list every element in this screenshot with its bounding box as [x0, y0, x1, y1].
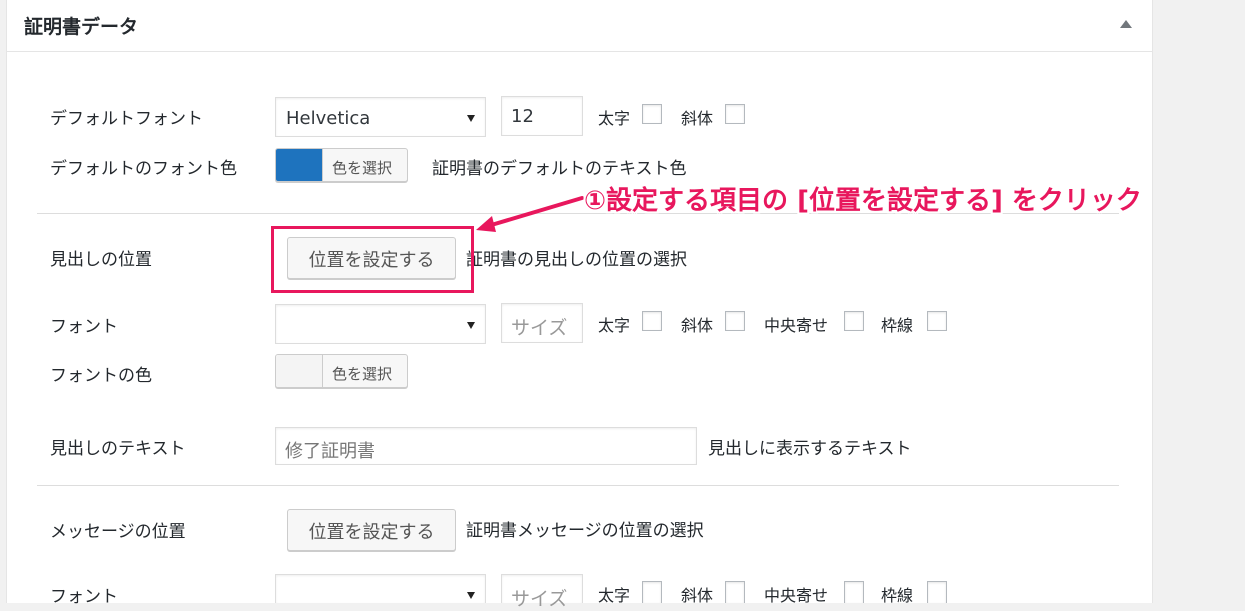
- default-color-label: デフォルトのフォント色: [50, 159, 237, 179]
- heading-bold-label: 太字: [598, 316, 631, 335]
- message-font-size-input[interactable]: サイズ: [501, 574, 583, 610]
- message-set-position-button-label: 位置を設定する: [308, 522, 435, 543]
- default-italic-checkbox[interactable]: [725, 104, 745, 124]
- heading-color-label: フォントの色: [50, 366, 152, 386]
- heading-bold-checkbox[interactable]: [642, 311, 662, 331]
- heading-color-picker-button[interactable]: 色を選択: [275, 354, 408, 388]
- panel-title: 証明書データ: [24, 16, 139, 38]
- heading-text-input[interactable]: 修了証明書: [275, 427, 697, 465]
- heading-italic-label: 斜体: [681, 316, 714, 335]
- heading-font-size-input[interactable]: サイズ: [501, 303, 583, 343]
- default-font-size-input[interactable]: 12: [501, 96, 583, 136]
- default-bold-checkbox[interactable]: [642, 104, 662, 124]
- default-bold-label: 太字: [598, 109, 631, 128]
- default-font-size-value: 12: [511, 106, 534, 127]
- heading-color-button-label: 色を選択: [332, 365, 393, 383]
- annotation-arrow-icon: [476, 196, 584, 232]
- message-position-label: メッセージの位置: [50, 522, 186, 542]
- heading-color-swatch: [276, 355, 323, 387]
- message-center-checkbox[interactable]: [844, 581, 864, 603]
- message-bold-label: 太字: [598, 586, 631, 605]
- default-color-picker-button[interactable]: 色を選択: [275, 148, 408, 182]
- heading-center-label: 中央寄せ: [764, 316, 829, 335]
- heading-border-label: 枠線: [881, 316, 914, 335]
- message-italic-checkbox[interactable]: [725, 581, 745, 603]
- heading-position-description: 証明書の見出しの位置の選択: [466, 250, 687, 270]
- heading-font-label: フォント: [50, 317, 118, 337]
- message-font-select[interactable]: [275, 574, 486, 603]
- certificate-data-panel: 証明書データ: [6, 0, 1153, 603]
- default-font-label: デフォルトフォント: [50, 109, 203, 129]
- message-font-label: フォント: [50, 587, 118, 607]
- section-divider: [37, 485, 1119, 486]
- default-color-description: 証明書のデフォルトのテキスト色: [432, 159, 687, 179]
- heading-font-size-placeholder: サイズ: [511, 317, 568, 339]
- heading-text-label: 見出しのテキスト: [50, 439, 186, 459]
- heading-border-checkbox[interactable]: [927, 311, 947, 331]
- annotation-callout: ①設定する項目の [位置を設定する] をクリック: [584, 186, 1142, 216]
- default-italic-label: 斜体: [681, 109, 714, 128]
- heading-text-value: 修了証明書: [285, 441, 375, 462]
- message-set-position-button[interactable]: 位置を設定する: [287, 509, 456, 551]
- dropdown-arrow-icon: [467, 115, 475, 122]
- default-font-value: Helvetica: [286, 108, 371, 129]
- default-color-swatch: [276, 149, 323, 181]
- highlight-box: [271, 226, 474, 293]
- message-center-label: 中央寄せ: [764, 586, 829, 605]
- message-border-checkbox[interactable]: [927, 581, 947, 603]
- heading-position-label: 見出しの位置: [50, 250, 152, 270]
- heading-italic-checkbox[interactable]: [725, 311, 745, 331]
- default-color-button-label: 色を選択: [332, 159, 393, 177]
- message-bold-checkbox[interactable]: [642, 581, 662, 603]
- dropdown-arrow-icon: [467, 322, 475, 329]
- default-font-select[interactable]: Helvetica: [275, 97, 486, 137]
- heading-center-checkbox[interactable]: [844, 311, 864, 331]
- dropdown-arrow-icon: [467, 592, 475, 599]
- heading-font-select[interactable]: [275, 304, 486, 344]
- message-position-description: 証明書メッセージの位置の選択: [466, 521, 704, 541]
- message-italic-label: 斜体: [681, 586, 714, 605]
- heading-text-description: 見出しに表示するテキスト: [708, 439, 912, 459]
- panel-header[interactable]: 証明書データ: [7, 0, 1152, 52]
- message-font-size-placeholder: サイズ: [511, 588, 568, 610]
- message-border-label: 枠線: [881, 586, 914, 605]
- collapse-arrow-icon[interactable]: [1120, 20, 1132, 28]
